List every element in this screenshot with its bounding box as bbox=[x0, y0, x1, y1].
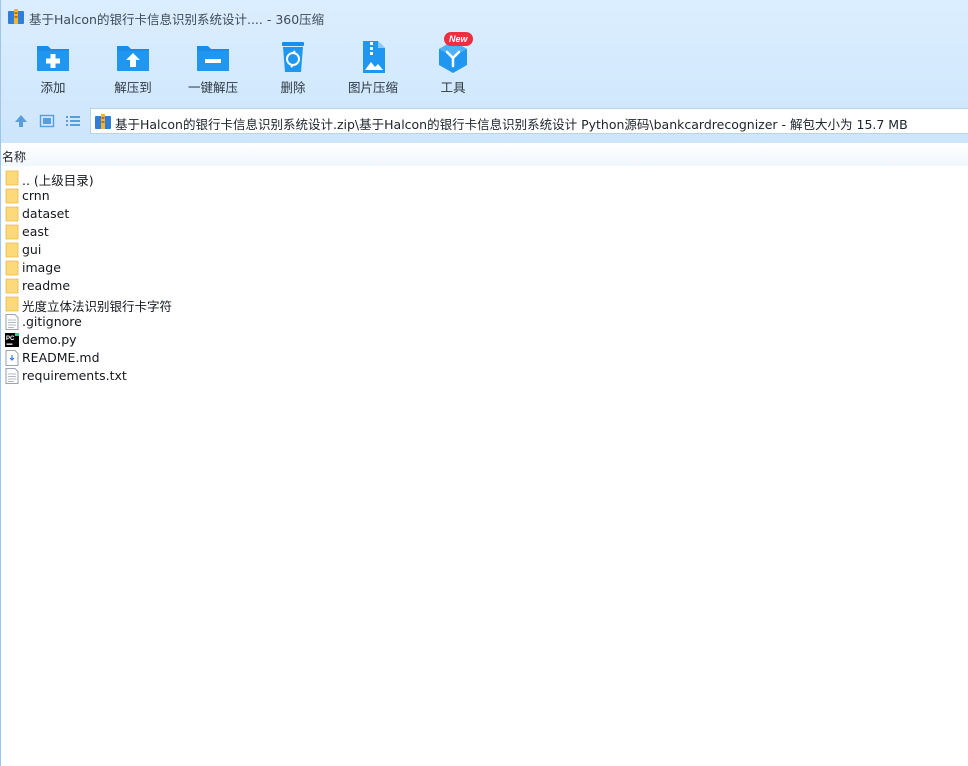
extract-to-label: 解压到 bbox=[114, 80, 152, 95]
folder-icon bbox=[5, 188, 19, 204]
window-title: 基于Halcon的银行卡信息识别系统设计.... - 360压缩 bbox=[29, 12, 325, 27]
folder-icon bbox=[5, 296, 19, 312]
folder-icon bbox=[5, 206, 19, 222]
app-window: 基于Halcon的银行卡信息识别系统设计.... - 360压缩 添加 解压到 bbox=[0, 0, 968, 766]
pycharm-file-icon: PC bbox=[5, 333, 19, 347]
add-folder-icon bbox=[37, 46, 69, 71]
list-item[interactable]: gui bbox=[1, 241, 968, 259]
add-button[interactable]: 添加 bbox=[13, 38, 93, 96]
list-item[interactable]: crnn bbox=[1, 187, 968, 205]
archive-app-icon bbox=[8, 9, 24, 24]
folder-icon bbox=[5, 278, 19, 294]
add-button-label: 添加 bbox=[40, 80, 66, 95]
window-chrome: 基于Halcon的银行卡信息识别系统设计.... - 360压缩 添加 解压到 bbox=[1, 0, 968, 143]
list-item[interactable]: 光度立体法识别银行卡字符 bbox=[1, 295, 968, 314]
svg-text:PC: PC bbox=[6, 336, 15, 342]
up-arrow-icon[interactable] bbox=[12, 112, 30, 130]
list-item-name: readme bbox=[22, 278, 71, 293]
markdown-file-icon bbox=[5, 350, 19, 366]
title-bar: 基于Halcon的银行卡信息识别系统设计.... - 360压缩 bbox=[1, 0, 968, 34]
list-item-parent[interactable]: .. (上级目录) bbox=[1, 169, 968, 188]
list-item[interactable]: east bbox=[1, 223, 968, 241]
delete-label: 删除 bbox=[280, 80, 306, 95]
image-compress-button[interactable]: 图片压缩 bbox=[333, 38, 413, 96]
folder-icon bbox=[5, 242, 19, 258]
file-list: .. (上级目录) crnn dataset east gui image re… bbox=[1, 169, 968, 385]
list-item[interactable]: PC demo.py bbox=[1, 331, 968, 349]
list-item-name: demo.py bbox=[22, 332, 77, 347]
list-header: 名称 bbox=[1, 144, 968, 166]
list-item-name: east bbox=[22, 224, 49, 239]
list-item-name: dataset bbox=[22, 206, 70, 221]
list-item[interactable]: requirements.txt bbox=[1, 367, 968, 385]
one-click-extract-button[interactable]: 一键解压 bbox=[173, 38, 253, 96]
one-click-extract-label: 一键解压 bbox=[187, 80, 238, 95]
list-item[interactable]: .gitignore bbox=[1, 313, 968, 331]
folder-icon bbox=[5, 260, 19, 276]
list-item[interactable]: image bbox=[1, 259, 968, 277]
tools-button[interactable]: New 工具 bbox=[413, 32, 493, 96]
column-header-name[interactable]: 名称 bbox=[2, 148, 26, 165]
thumbnail-view-icon[interactable] bbox=[38, 112, 56, 130]
list-item[interactable]: readme bbox=[1, 277, 968, 295]
text-file-icon bbox=[5, 314, 19, 330]
folder-icon bbox=[5, 224, 19, 240]
list-item-name: gui bbox=[22, 242, 42, 257]
image-compress-icon bbox=[363, 41, 385, 73]
list-item[interactable]: README.md bbox=[1, 349, 968, 367]
delete-button[interactable]: 删除 bbox=[253, 38, 333, 96]
list-item[interactable]: dataset bbox=[1, 205, 968, 223]
archive-icon bbox=[95, 114, 111, 129]
one-click-extract-icon bbox=[197, 46, 229, 71]
folder-icon bbox=[5, 170, 19, 186]
extract-to-button[interactable]: 解压到 bbox=[93, 38, 173, 96]
list-view-icon[interactable] bbox=[64, 112, 82, 130]
extract-to-icon bbox=[117, 46, 149, 71]
address-path: 基于Halcon的银行卡信息识别系统设计.zip\基于Halcon的银行卡信息识… bbox=[115, 117, 908, 132]
trash-icon bbox=[282, 42, 304, 72]
tools-label: 工具 bbox=[440, 80, 466, 95]
image-compress-label: 图片压缩 bbox=[347, 80, 398, 95]
list-item-name: .gitignore bbox=[22, 314, 82, 329]
list-item-name: README.md bbox=[22, 350, 100, 365]
address-bar[interactable]: 基于Halcon的银行卡信息识别系统设计.zip\基于Halcon的银行卡信息识… bbox=[90, 108, 968, 134]
text-file-icon bbox=[5, 368, 19, 384]
list-item-name: requirements.txt bbox=[22, 368, 127, 383]
list-item-name: crnn bbox=[22, 188, 50, 203]
new-badge: New bbox=[444, 32, 473, 46]
list-item-name: image bbox=[22, 260, 61, 275]
